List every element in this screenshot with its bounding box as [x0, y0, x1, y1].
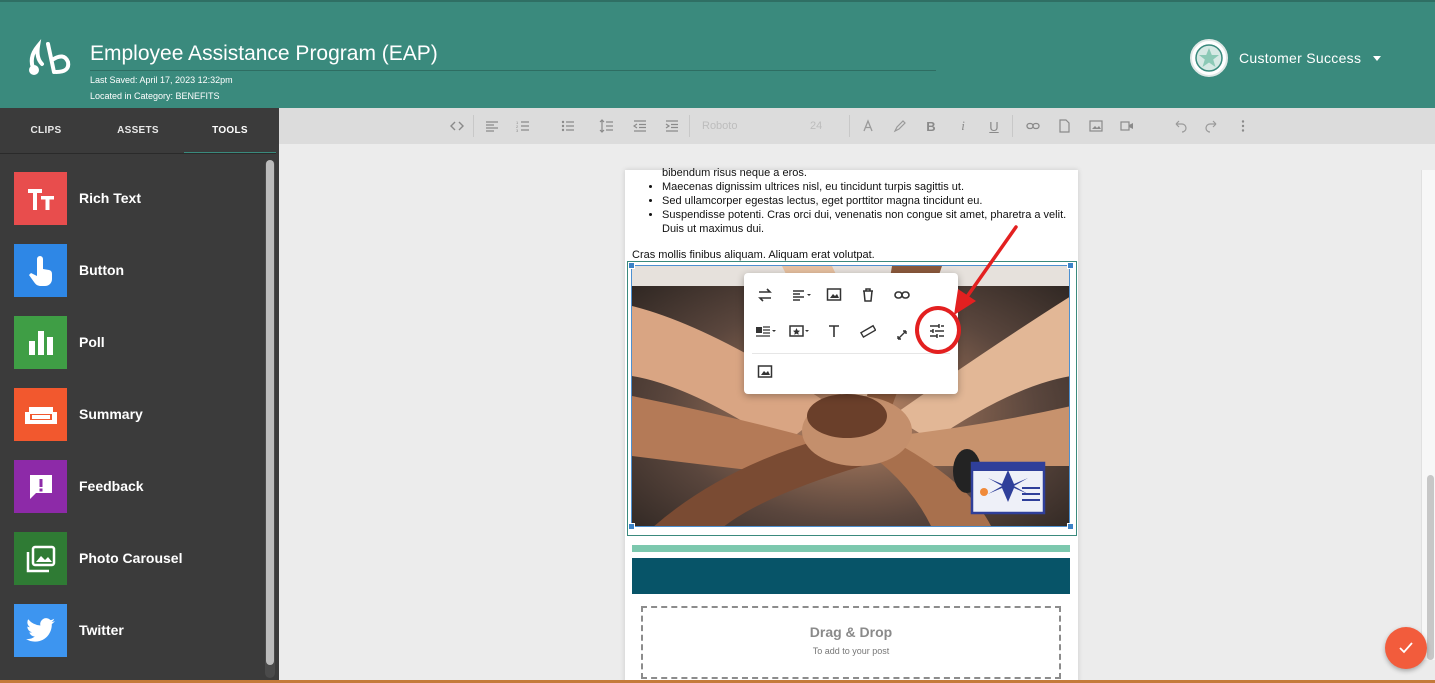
toolbar-separator: [1012, 115, 1013, 137]
twitter-icon: [14, 604, 67, 657]
user-name: Customer Success: [1239, 50, 1362, 66]
page-title: Employee Assistance Program (EAP): [90, 42, 438, 65]
bar-chart-icon: [14, 316, 67, 369]
tool-label: Rich Text: [79, 190, 141, 206]
tool-label: Photo Carousel: [79, 550, 183, 566]
font-family-select[interactable]: Roboto: [702, 120, 737, 132]
partial-text-line: bibendum risus neque a eros.: [662, 167, 807, 179]
image-icon[interactable]: [754, 361, 776, 383]
toolbar-separator: [849, 115, 850, 137]
dropzone-subtitle: To add to your post: [812, 646, 890, 656]
replace-image-icon[interactable]: [754, 284, 776, 306]
divider-bar-light: [632, 545, 1070, 552]
feedback-icon: [14, 460, 67, 513]
annotation-highlight-circle: [915, 306, 961, 354]
star-badge-icon: [1195, 44, 1223, 72]
highlight-icon[interactable]: [892, 118, 908, 134]
code-view-icon[interactable]: [449, 118, 465, 134]
tool-list: Rich Text Button Poll Summary Feedback P…: [14, 172, 254, 676]
resize-handle[interactable]: [1067, 262, 1074, 269]
tool-label: Button: [79, 262, 125, 278]
align-icon[interactable]: [484, 118, 500, 134]
tool-summary[interactable]: Summary: [14, 388, 254, 460]
overlay-badge-graphic: [970, 461, 1046, 515]
ordered-list-icon[interactable]: 123: [515, 118, 531, 134]
check-icon: [1399, 642, 1413, 654]
list-item: Maecenas dignissim ultrices nisl, eu tin…: [662, 180, 1072, 194]
dropzone-title: Drag & Drop: [809, 624, 893, 640]
style-dropdown-icon[interactable]: [786, 320, 814, 342]
tool-feedback[interactable]: Feedback: [14, 460, 254, 532]
sidebar-tabs: CLIPS ASSETS TOOLS: [0, 108, 279, 154]
last-saved-text: Last Saved: April 17, 2023 12:32pm: [90, 75, 233, 85]
tool-poll[interactable]: Poll: [14, 316, 254, 388]
user-menu[interactable]: Customer Success: [1190, 39, 1382, 77]
rich-text-icon: [14, 172, 67, 225]
outdent-icon[interactable]: [632, 118, 648, 134]
sidebar-scrollbar[interactable]: [265, 160, 275, 678]
drag-drop-zone[interactable]: Drag & Drop To add to your post: [641, 606, 1061, 679]
bold-icon[interactable]: B: [923, 118, 939, 134]
font-size-select[interactable]: 24: [810, 120, 822, 132]
resize-handle[interactable]: [628, 262, 635, 269]
popup-divider: [752, 353, 950, 354]
indent-icon[interactable]: [664, 118, 680, 134]
publish-check-button[interactable]: [1385, 627, 1427, 669]
display-dropdown-icon[interactable]: [752, 320, 780, 342]
link-icon[interactable]: [891, 284, 913, 306]
tool-button[interactable]: Button: [14, 244, 254, 316]
image-icon[interactable]: [1088, 118, 1104, 134]
underline-icon[interactable]: U: [986, 118, 1002, 134]
tool-label: Summary: [79, 406, 143, 422]
tab-clips[interactable]: CLIPS: [0, 108, 92, 154]
tab-assets[interactable]: ASSETS: [92, 108, 184, 154]
toolbar-separator: [689, 115, 690, 137]
undo-icon[interactable]: [1172, 118, 1188, 134]
photo-library-icon: [14, 532, 67, 585]
couch-icon: [14, 388, 67, 441]
redo-icon[interactable]: [1204, 118, 1220, 134]
italic-icon[interactable]: i: [955, 118, 971, 134]
tab-divider: [0, 153, 276, 154]
brand-logo: [29, 39, 71, 75]
sidebar-scroll-thumb[interactable]: [266, 160, 274, 665]
svg-text:3: 3: [516, 128, 519, 133]
image-caption-icon[interactable]: [823, 284, 845, 306]
link-icon[interactable]: [1025, 118, 1041, 134]
resize-handle[interactable]: [628, 523, 635, 530]
divider-bar-dark: [632, 558, 1070, 594]
category-text: Located in Category: BENEFITS: [90, 91, 220, 101]
tool-rich-text[interactable]: Rich Text: [14, 172, 254, 244]
annotation-arrow-icon: [954, 225, 1018, 315]
resize-handle[interactable]: [1067, 523, 1074, 530]
tool-photo-carousel[interactable]: Photo Carousel: [14, 532, 254, 604]
ruler-size-icon[interactable]: [857, 320, 879, 342]
app-header: Employee Assistance Program (EAP) Last S…: [0, 0, 1435, 108]
list-item: Sed ullamcorper egestas lectus, eget por…: [662, 194, 1072, 208]
sidebar: CLIPS ASSETS TOOLS Rich Text Button Poll: [0, 108, 279, 683]
delete-icon[interactable]: [857, 284, 879, 306]
tab-tools[interactable]: TOOLS: [184, 108, 276, 154]
canvas-scroll-thumb[interactable]: [1427, 475, 1434, 660]
toolbar-separator: [473, 115, 474, 137]
unordered-list-icon[interactable]: [560, 118, 576, 134]
line-height-icon[interactable]: [598, 118, 614, 134]
avatar: [1190, 39, 1228, 77]
paragraph-text: Cras mollis finibus aliquam. Aliquam era…: [632, 249, 875, 261]
tool-label: Feedback: [79, 478, 144, 494]
alt-text-icon[interactable]: [823, 320, 845, 342]
tap-hand-icon: [14, 244, 67, 297]
tool-label: Twitter: [79, 622, 124, 638]
editor-toolbar: 123 Roboto 24 B i U: [279, 108, 1435, 144]
text-color-icon[interactable]: [860, 118, 876, 134]
title-underline: [90, 70, 936, 71]
align-dropdown-icon[interactable]: [788, 284, 816, 306]
tool-twitter[interactable]: Twitter: [14, 604, 254, 676]
chevron-down-icon: [1373, 55, 1382, 61]
more-icon[interactable]: [1235, 118, 1251, 134]
video-icon[interactable]: [1119, 118, 1135, 134]
resize-icon[interactable]: [891, 324, 913, 346]
file-icon[interactable]: [1056, 118, 1072, 134]
tool-label: Poll: [79, 334, 105, 350]
